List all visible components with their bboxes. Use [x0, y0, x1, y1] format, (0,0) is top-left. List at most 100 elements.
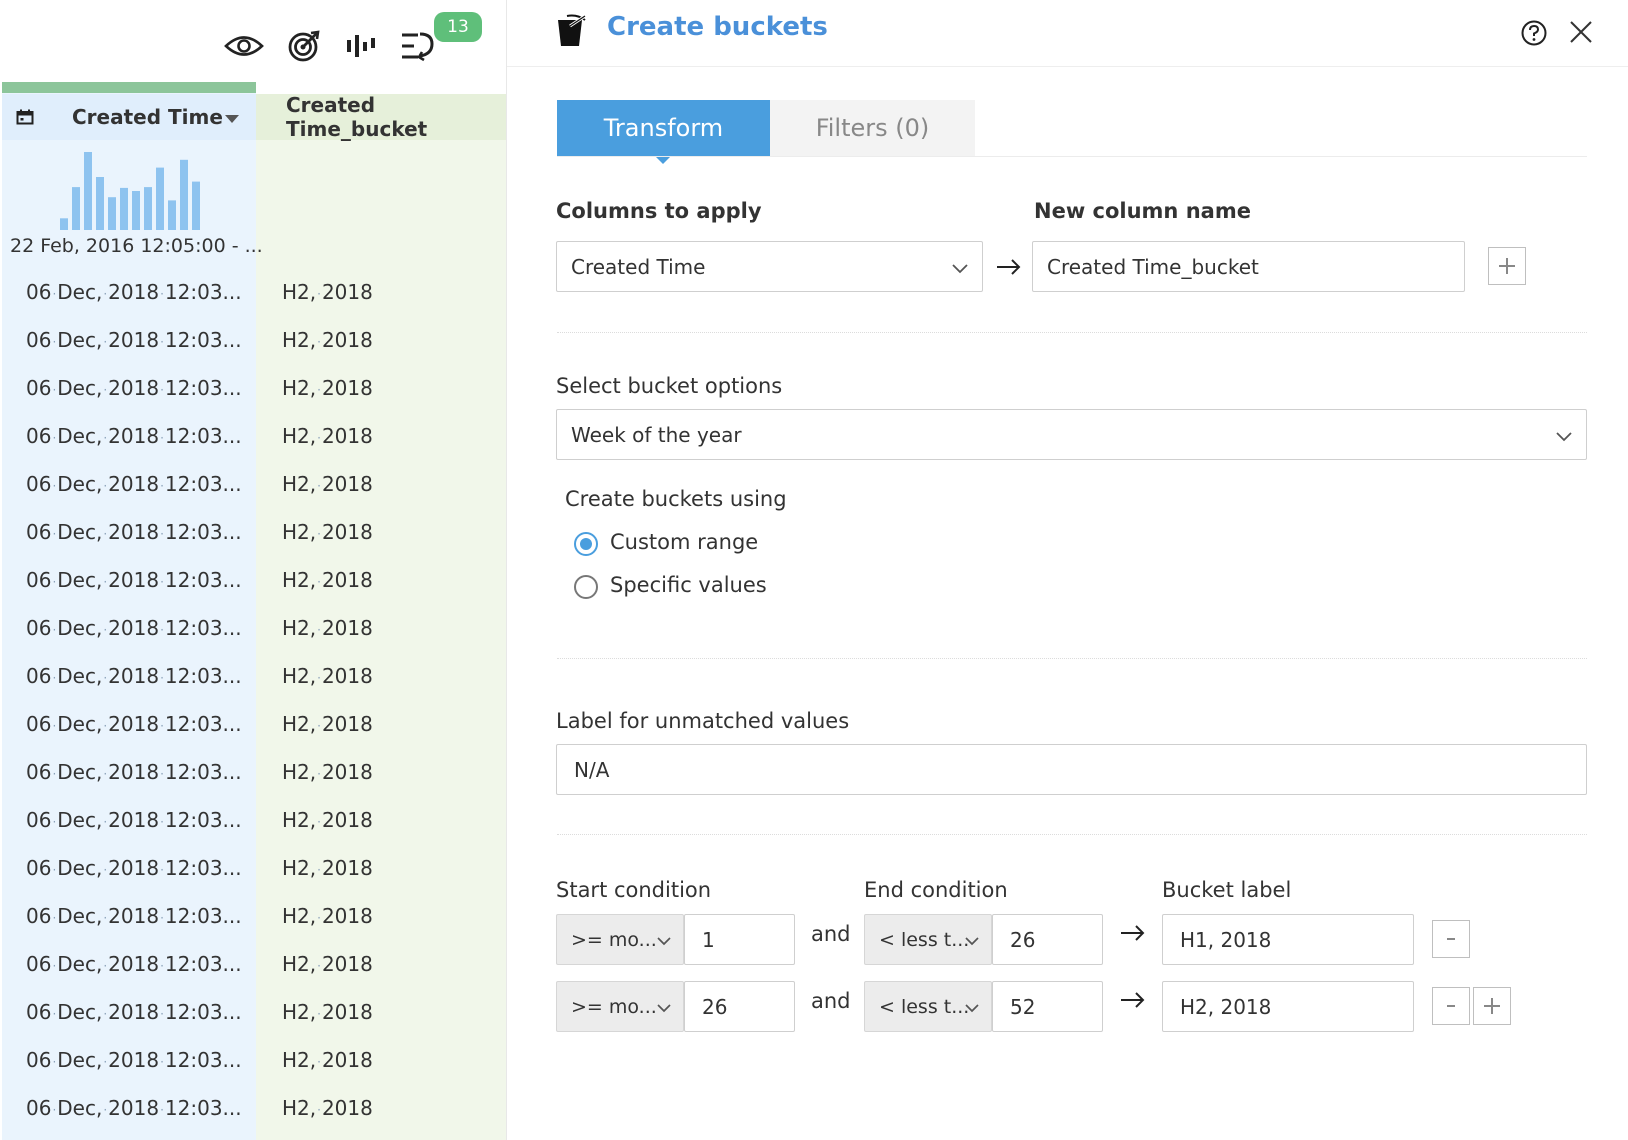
add-column-button[interactable]: [1488, 247, 1526, 285]
cell-token: 2018: [108, 952, 160, 976]
bucket-label-input[interactable]: H1, 2018: [1162, 914, 1414, 965]
table-cell-created-time[interactable]: 06·Dec,·2018·12:03...: [26, 520, 242, 544]
table-cell-created-time[interactable]: 06·Dec,·2018·12:03...: [26, 1000, 242, 1024]
cell-token: 2018: [321, 328, 373, 352]
calendar-icon: [16, 109, 34, 125]
table-cell-created-time[interactable]: 06·Dec,·2018·12:03...: [26, 856, 242, 880]
table-cell-created-time[interactable]: 06·Dec,·2018·12:03...: [26, 616, 242, 640]
table-cell-created-time[interactable]: 06·Dec,·2018·12:03...: [26, 664, 242, 688]
remove-condition-button[interactable]: [1432, 920, 1470, 958]
remove-condition-button[interactable]: [1432, 987, 1470, 1025]
end-operator-select[interactable]: < less t...: [864, 914, 992, 965]
start-value-input[interactable]: 26: [684, 981, 795, 1032]
histogram-bar[interactable]: [192, 181, 200, 230]
cell-token: 12:03...: [164, 760, 242, 784]
add-condition-button[interactable]: [1473, 987, 1511, 1025]
cell-token: 06: [26, 472, 52, 496]
histogram-bar[interactable]: [84, 152, 92, 230]
cell-token: 2018: [108, 904, 160, 928]
bar-chart-icon[interactable]: [340, 26, 384, 66]
table-cell-bucket[interactable]: H2,·2018: [282, 1000, 373, 1024]
histogram-bar[interactable]: [144, 187, 152, 230]
table-cell-created-time[interactable]: 06·Dec,·2018·12:03...: [26, 760, 242, 784]
cell-token: 06: [26, 376, 52, 400]
table-cell-bucket[interactable]: H2,·2018: [282, 280, 373, 304]
input-value: 26: [702, 994, 728, 1019]
histogram-bar[interactable]: [108, 197, 116, 230]
table-cell-created-time[interactable]: 06·Dec,·2018·12:03...: [26, 376, 242, 400]
histogram-bar[interactable]: [180, 159, 188, 230]
column-histogram[interactable]: [60, 150, 200, 230]
column-header-created-time[interactable]: Created Time: [2, 94, 256, 140]
start-operator-select[interactable]: >= mo...: [556, 981, 684, 1032]
cell-token: 2018: [321, 760, 373, 784]
histogram-bar[interactable]: [120, 187, 128, 230]
table-cell-created-time[interactable]: 06·Dec,·2018·12:03...: [26, 280, 242, 304]
cell-token: 2018: [321, 904, 373, 928]
radio-specific-values-label[interactable]: Specific values: [610, 573, 767, 597]
cell-token: 06: [26, 616, 52, 640]
help-icon[interactable]: [1521, 20, 1547, 50]
table-cell-bucket[interactable]: H2,·2018: [282, 904, 373, 928]
table-cell-created-time[interactable]: 06·Dec,·2018·12:03...: [26, 808, 242, 832]
histogram-bar[interactable]: [156, 167, 164, 230]
table-cell-bucket[interactable]: H2,·2018: [282, 1096, 373, 1120]
table-cell-created-time[interactable]: 06·Dec,·2018·12:03...: [26, 328, 242, 352]
target-icon[interactable]: [282, 26, 326, 66]
table-cell-bucket[interactable]: H2,·2018: [282, 424, 373, 448]
cell-token: 2018: [321, 616, 373, 640]
histogram-bar[interactable]: [72, 187, 80, 230]
table-cell-bucket[interactable]: H2,·2018: [282, 376, 373, 400]
cell-token: 2018: [321, 1048, 373, 1072]
columns-to-apply-label: Columns to apply: [556, 199, 762, 223]
radio-custom-range-label[interactable]: Custom range: [610, 530, 758, 554]
table-cell-bucket[interactable]: H2,·2018: [282, 328, 373, 352]
bucket-label-input[interactable]: H2, 2018: [1162, 981, 1414, 1032]
end-operator-select[interactable]: < less t...: [864, 981, 992, 1032]
table-cell-created-time[interactable]: 06·Dec,·2018·12:03...: [26, 1048, 242, 1072]
close-icon[interactable]: [1569, 20, 1593, 48]
column-header-created-time-bucket[interactable]: Created Time_bucket: [256, 93, 506, 141]
cell-token: 06: [26, 1000, 52, 1024]
table-cell-created-time[interactable]: 06·Dec,·2018·12:03...: [26, 952, 242, 976]
table-cell-bucket[interactable]: H2,·2018: [282, 1048, 373, 1072]
table-cell-bucket[interactable]: H2,·2018: [282, 856, 373, 880]
bucket-options-select[interactable]: Week of the year: [556, 409, 1587, 460]
table-cell-created-time[interactable]: 06·Dec,·2018·12:03...: [26, 1096, 242, 1120]
table-cell-created-time[interactable]: 06·Dec,·2018·12:03...: [26, 712, 242, 736]
histogram-bar[interactable]: [132, 191, 140, 230]
caret-down-icon[interactable]: [224, 114, 240, 124]
unmatched-value-input[interactable]: N/A: [556, 744, 1587, 795]
table-cell-created-time[interactable]: 06·Dec,·2018·12:03...: [26, 424, 242, 448]
start-operator-select[interactable]: >= mo...: [556, 914, 684, 965]
eye-icon[interactable]: [222, 26, 266, 66]
table-cell-bucket[interactable]: H2,·2018: [282, 472, 373, 496]
columns-to-apply-select[interactable]: Created Time: [556, 241, 983, 292]
table-cell-created-time[interactable]: 06·Dec,·2018·12:03...: [26, 568, 242, 592]
table-cell-bucket[interactable]: H2,·2018: [282, 808, 373, 832]
cell-token: 2018: [321, 568, 373, 592]
history-count-badge[interactable]: 13: [434, 12, 482, 42]
radio-custom-range[interactable]: [574, 532, 598, 556]
tab-filters[interactable]: Filters (0): [770, 100, 975, 156]
table-cell-bucket[interactable]: H2,·2018: [282, 664, 373, 688]
table-cell-bucket[interactable]: H2,·2018: [282, 520, 373, 544]
table-cell-bucket[interactable]: H2,·2018: [282, 712, 373, 736]
table-cell-bucket[interactable]: H2,·2018: [282, 760, 373, 784]
table-cell-created-time[interactable]: 06·Dec,·2018·12:03...: [26, 904, 242, 928]
histogram-bar[interactable]: [60, 218, 68, 230]
histogram-bar[interactable]: [96, 177, 104, 230]
table-cell-bucket[interactable]: H2,·2018: [282, 952, 373, 976]
tab-transform[interactable]: Transform: [557, 100, 770, 164]
histogram-bar[interactable]: [168, 200, 176, 230]
end-value-input[interactable]: 52: [992, 981, 1103, 1032]
radio-specific-values[interactable]: [574, 575, 598, 599]
table-cell-bucket[interactable]: H2,·2018: [282, 616, 373, 640]
table-cell-bucket[interactable]: H2,·2018: [282, 568, 373, 592]
cell-token: H2,: [282, 424, 317, 448]
start-value-input[interactable]: 1: [684, 914, 795, 965]
end-value-input[interactable]: 26: [992, 914, 1103, 965]
cell-token: 06: [26, 1048, 52, 1072]
new-column-name-input[interactable]: Created Time_bucket: [1032, 241, 1465, 292]
table-cell-created-time[interactable]: 06·Dec,·2018·12:03...: [26, 472, 242, 496]
